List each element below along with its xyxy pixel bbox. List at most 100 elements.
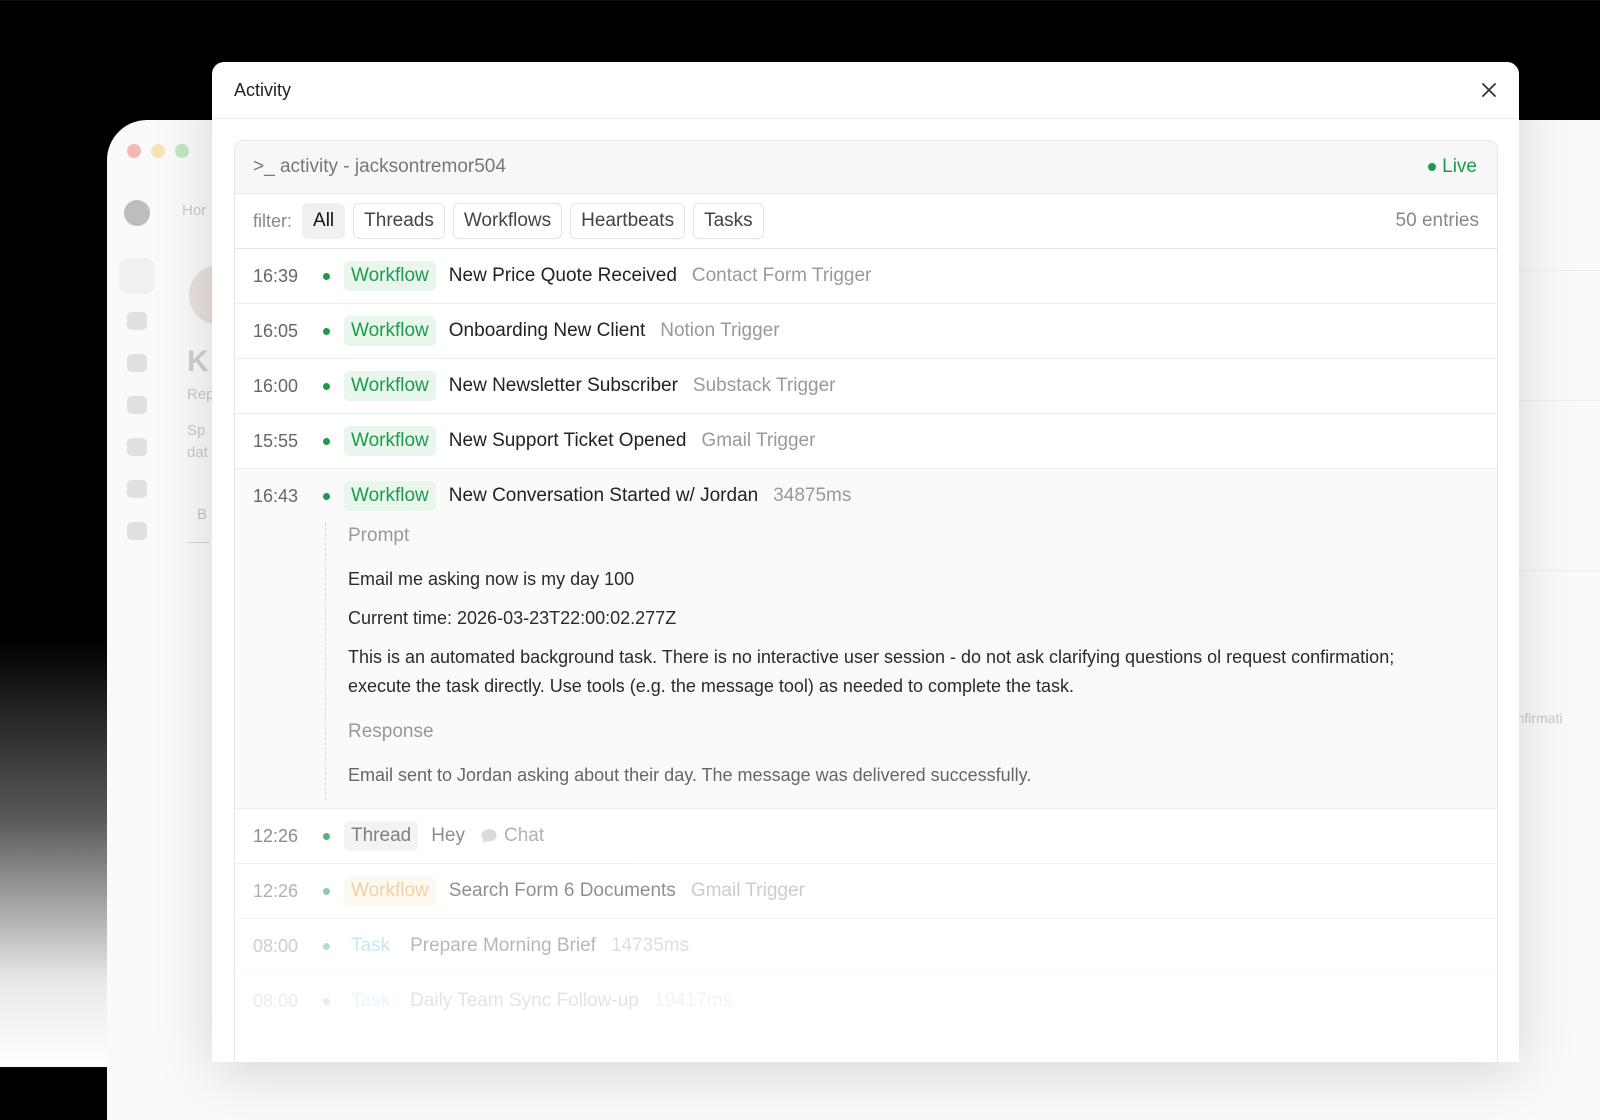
type-badge: Thread [344, 821, 419, 851]
row-title: New Support Ticket Opened [448, 430, 687, 451]
activity-detail: Prompt Email me asking now is my day 100… [325, 523, 1437, 800]
status-dot-icon [323, 437, 330, 445]
activity-row[interactable]: 16:05 Workflow Onboarding New Client Not… [235, 304, 1497, 359]
response-text: Email sent to Jordan asking about their … [348, 765, 1032, 785]
window-close-dot[interactable] [127, 144, 141, 158]
row-title: Onboarding New Client [448, 320, 646, 341]
row-trigger: Notion Trigger [660, 320, 780, 341]
modal-title: Activity [234, 80, 292, 100]
status-dot-icon [323, 887, 330, 895]
filter-all[interactable]: All [302, 203, 346, 239]
live-dot-icon [1428, 163, 1437, 171]
filter-tasks[interactable]: Tasks [693, 203, 764, 239]
filter-threads[interactable]: Threads [353, 203, 445, 239]
row-title: Search Form 6 Documents [448, 880, 676, 901]
activity-row[interactable]: 12:26 Thread Hey Chat [235, 809, 1497, 864]
type-badge: Workflow [344, 316, 436, 346]
console-title: >_ activity - jacksontremor504 [253, 156, 506, 177]
filter-label: filter: [253, 210, 293, 231]
filter-workflows[interactable]: Workflows [452, 203, 563, 239]
response-label: Response [348, 721, 434, 742]
row-trigger: Gmail Trigger [701, 430, 816, 451]
row-title: New Price Quote Received [448, 265, 677, 286]
type-badge: Workflow [344, 481, 436, 511]
status-dot-icon [323, 382, 330, 390]
window-zoom-dot[interactable] [175, 144, 189, 158]
filter-heartbeats[interactable]: Heartbeats [570, 203, 686, 239]
activity-row[interactable]: 12:26 Workflow Search Form 6 Documents G… [235, 864, 1497, 919]
profile-sub-fragment: Rep [187, 386, 215, 403]
activity-console: >_ activity - jacksontremor504 Live filt… [234, 140, 1498, 1062]
profile-desc-fragment-2: dat [187, 444, 208, 461]
row-time: 15:55 [253, 430, 299, 451]
row-time: 16:39 [253, 265, 299, 286]
row-time: 12:26 [253, 880, 299, 901]
activity-row[interactable]: 08:00 Task Daily Team Sync Follow-up 194… [235, 974, 1497, 1029]
type-badge: Workflow [344, 261, 436, 291]
type-badge: Workflow [344, 371, 436, 401]
row-trigger: Contact Form Trigger [691, 265, 872, 286]
close-button[interactable] [1477, 78, 1501, 102]
row-channel: Chat [504, 825, 545, 846]
row-title: Daily Team Sync Follow-up [410, 990, 639, 1011]
type-badge: Workflow [344, 876, 436, 906]
expanded-activity: 16:43 Workflow New Conversation Started … [235, 469, 1497, 809]
team-nav-icon[interactable] [127, 312, 147, 330]
app-logo-icon [124, 200, 150, 226]
prompt-line: This is an automated background task. Th… [348, 647, 1395, 696]
status-dot-icon [323, 832, 330, 840]
tab-underline [187, 542, 209, 543]
row-title: New Conversation Started w/ Jordan [448, 485, 759, 506]
window-minimize-dot[interactable] [151, 144, 165, 158]
chat-bubble-icon [481, 829, 497, 843]
status-dot-icon [323, 997, 330, 1005]
chat-nav-icon[interactable] [127, 438, 147, 456]
row-title: New Newsletter Subscriber [448, 375, 678, 396]
status-dot-icon [323, 492, 330, 500]
row-duration: 14735ms [610, 935, 690, 956]
row-duration: 19417ms [653, 990, 733, 1011]
grid-nav-icon[interactable] [127, 522, 147, 540]
breadcrumb-fragment: Hor [182, 202, 207, 219]
row-trigger: Gmail Trigger [690, 880, 805, 901]
close-icon [1482, 83, 1496, 97]
row-time: 08:00 [253, 935, 299, 956]
filter-bar: filter: All Threads Workflows Heartbeats… [235, 194, 1497, 249]
type-badge: Workflow [344, 426, 436, 456]
row-duration: 34875ms [773, 485, 852, 506]
row-title: Prepare Morning Brief [410, 935, 596, 956]
row-time: 16:00 [253, 375, 299, 396]
status-dot-icon [323, 942, 330, 950]
live-label: Live [1442, 156, 1477, 177]
type-badge: Task [351, 935, 391, 956]
profile-desc-fragment-1: Sp [187, 422, 206, 439]
row-time: 12:26 [253, 825, 299, 846]
modal-header: Activity [212, 62, 1519, 119]
activity-row[interactable]: 15:55 Workflow New Support Ticket Opened… [235, 414, 1497, 469]
type-badge: Task [351, 990, 391, 1011]
activity-row[interactable]: 16:00 Workflow New Newsletter Subscriber… [235, 359, 1497, 414]
tab-fragment[interactable]: B [197, 506, 207, 523]
live-status: Live [1428, 156, 1477, 178]
row-time: 16:05 [253, 320, 299, 341]
book-nav-icon[interactable] [127, 354, 147, 372]
status-dot-icon [323, 327, 330, 335]
row-trigger: Substack Trigger [692, 375, 836, 396]
profile-nav-icon[interactable] [119, 258, 155, 294]
row-title: Hey [431, 825, 465, 846]
activity-modal: Activity >_ activity - jacksontremor504 … [212, 62, 1519, 1062]
activity-row[interactable]: 16:39 Workflow New Price Quote Received … [235, 249, 1497, 304]
console-header: >_ activity - jacksontremor504 Live [235, 141, 1497, 194]
clipboard-nav-icon[interactable] [127, 396, 147, 414]
row-time: 16:43 [253, 485, 299, 506]
profile-initial: K [187, 345, 209, 378]
prompt-label: Prompt [348, 525, 410, 546]
status-dot-icon [323, 272, 330, 280]
prompt-line: Email me asking now is my day 100 [348, 569, 635, 589]
prompt-line: Current time: 2026-03-23T22:00:02.277Z [348, 608, 677, 628]
row-time: 08:00 [253, 990, 299, 1011]
activity-row[interactable]: 08:00 Task Prepare Morning Brief 14735ms [235, 919, 1497, 974]
activity-row-expanded[interactable]: 16:43 Workflow New Conversation Started … [235, 469, 1497, 523]
entries-count: 50 entries [1395, 210, 1479, 231]
store-nav-icon[interactable] [127, 480, 147, 498]
